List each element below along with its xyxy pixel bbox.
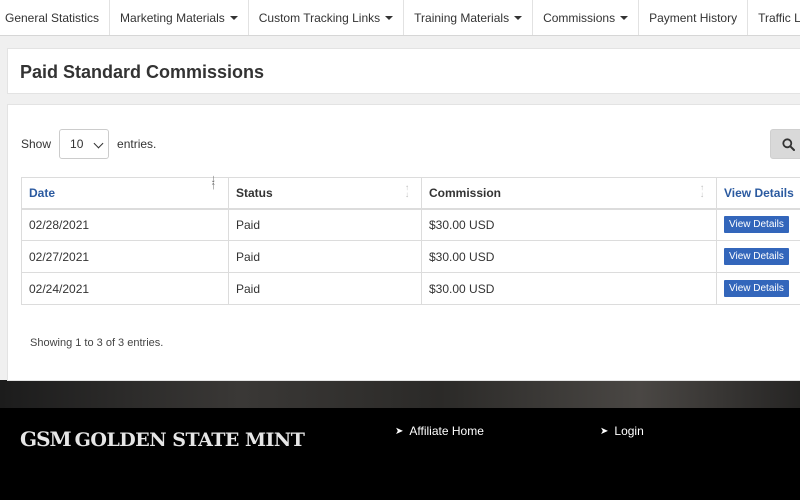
sort-icon: ↑ ↓ <box>700 183 704 199</box>
nav-general-statistics[interactable]: General Statistics <box>0 0 111 35</box>
logo-mark: GSM <box>20 427 72 451</box>
show-label: Show <box>21 137 52 151</box>
footer-link-login[interactable]: ➤ Login <box>600 424 644 438</box>
nav-commissions[interactable]: Commissions <box>533 0 640 35</box>
nav-custom-tracking-links[interactable]: Custom Tracking Links <box>249 0 405 35</box>
chevron-down-icon <box>93 138 104 149</box>
cell-action: View Details <box>716 208 800 241</box>
commissions-panel: Show 10 entries. Date ↓ ↑ Status ↑ ↓ Com… <box>7 104 800 381</box>
entries-label: entries. <box>117 137 157 151</box>
cell-commission: $30.00 USD <box>421 240 717 273</box>
header-label: Date <box>29 185 56 200</box>
cell-status: Paid <box>228 208 422 241</box>
decorative-band <box>0 380 800 408</box>
cell-action: View Details <box>716 240 800 273</box>
golden-state-mint-logo[interactable]: GSM GOLDEN STATE MINT <box>20 427 305 451</box>
commissions-table: Date ↓ ↑ Status ↑ ↓ Commission ↑ ↓ View Det… <box>21 173 800 305</box>
view-details-button[interactable]: View Details <box>724 280 789 297</box>
cell-status: Paid <box>228 272 422 305</box>
arrow-right-icon: ➤ <box>600 425 609 437</box>
column-header-status[interactable]: Status ↑ ↓ <box>228 177 422 210</box>
caret-down-icon <box>620 15 629 20</box>
sort-icon: ↑ ↓ <box>405 183 409 199</box>
title-panel: Paid Standard Commissions <box>7 48 800 94</box>
caret-down-icon <box>514 15 523 20</box>
search-icon <box>782 138 795 151</box>
footer-link-label: Login <box>614 424 644 438</box>
page-title: Paid Standard Commissions <box>20 62 265 82</box>
footer-link-affiliate-home[interactable]: ➤ Affiliate Home <box>395 424 484 438</box>
nav-label: Training Materials <box>414 10 510 25</box>
caret-down-icon <box>229 15 238 20</box>
cell-commission: $30.00 USD <box>421 272 717 305</box>
cell-status: Paid <box>228 240 422 273</box>
entries-select[interactable]: 10 <box>59 129 110 159</box>
cell-commission: $30.00 USD <box>421 208 717 241</box>
table-row: 02/24/2021 Paid $30.00 USD View Details <box>21 272 800 305</box>
entries-length-control: Show 10 entries. <box>21 129 156 159</box>
nav-training-materials[interactable]: Training Materials <box>404 0 534 35</box>
nav-label: Payment History <box>649 10 738 25</box>
arrow-right-icon: ➤ <box>395 425 404 437</box>
view-details-button[interactable]: View Details <box>724 216 789 234</box>
nav-label: Custom Tracking Links <box>258 10 381 25</box>
sort-desc-icon: ↓ ↑ <box>210 173 217 192</box>
footer-link-label: Affiliate Home <box>409 424 484 438</box>
nav-payment-history[interactable]: Payment History <box>639 0 749 35</box>
nav-label: Traffic Log <box>758 10 800 25</box>
column-header-date[interactable]: Date ↓ ↑ <box>21 173 229 210</box>
nav-label: Commissions <box>543 10 616 25</box>
view-details-button[interactable]: View Details <box>724 248 789 265</box>
logo-text: GOLDEN STATE MINT <box>74 429 305 451</box>
cell-date: 02/27/2021 <box>21 240 229 273</box>
column-header-view-details: View Details <box>716 177 800 210</box>
nav-traffic-log[interactable]: Traffic Log <box>748 0 800 35</box>
header-label: Commission <box>429 185 502 200</box>
nav-label: General Statistics <box>5 10 100 25</box>
header-label: View Details <box>724 185 794 200</box>
footer: GSM GOLDEN STATE MINT ➤ Affiliate Home ➤ … <box>0 408 800 500</box>
table-row: 02/28/2021 Paid $30.00 USD View Details <box>21 208 800 241</box>
search-button[interactable] <box>770 129 800 159</box>
cell-date: 02/24/2021 <box>21 272 229 305</box>
cell-action: View Details <box>716 272 800 305</box>
cell-date: 02/28/2021 <box>21 208 229 241</box>
nav-marketing-materials[interactable]: Marketing Materials <box>110 0 249 35</box>
entries-select-value: 10 <box>70 137 84 151</box>
caret-down-icon <box>385 15 394 20</box>
table-header-row: Date ↓ ↑ Status ↑ ↓ Commission ↑ ↓ View Det… <box>21 173 800 210</box>
header-label: Status <box>236 185 273 200</box>
table-row: 02/27/2021 Paid $30.00 USD View Details <box>21 240 800 273</box>
top-navigation: General Statistics Marketing Materials C… <box>0 0 800 36</box>
nav-label: Marketing Materials <box>120 10 225 25</box>
table-info: Showing 1 to 3 of 3 entries. <box>30 337 164 349</box>
column-header-commission[interactable]: Commission ↑ ↓ <box>421 177 717 210</box>
